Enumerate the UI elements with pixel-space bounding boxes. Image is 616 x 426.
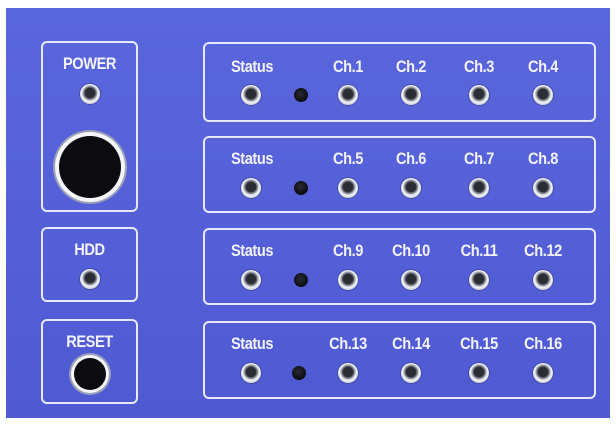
front-panel: POWER HDD RESET Status Ch.1 Ch.2 Ch.3 Ch… <box>6 8 610 418</box>
channel-led <box>469 270 489 290</box>
status-label: Status <box>230 241 274 260</box>
channel-label: Ch.8 <box>528 149 558 168</box>
hdd-group <box>41 227 138 302</box>
channel-label: Ch.10 <box>392 241 430 260</box>
hdd-label: HDD <box>74 240 105 259</box>
status-led <box>241 270 261 290</box>
status-led <box>241 85 261 105</box>
channel-led <box>401 363 421 383</box>
channel-led <box>469 363 489 383</box>
power-led <box>80 84 100 104</box>
channel-led <box>338 270 358 290</box>
power-label: POWER <box>62 54 117 73</box>
sensor-dot <box>292 366 306 380</box>
channel-label: Ch.13 <box>329 334 367 353</box>
channel-label: Ch.11 <box>460 241 498 260</box>
channel-led <box>533 270 553 290</box>
channel-led <box>401 270 421 290</box>
channel-row-1 <box>203 42 596 122</box>
channel-label: Ch.15 <box>460 334 498 353</box>
channel-row-3 <box>203 228 596 305</box>
channel-row-4 <box>203 321 596 399</box>
channel-led <box>401 178 421 198</box>
reset-button[interactable] <box>74 358 106 390</box>
channel-led <box>338 363 358 383</box>
status-label: Status <box>230 57 274 76</box>
channel-led <box>533 85 553 105</box>
channel-label: Ch.1 <box>333 57 363 76</box>
sensor-dot <box>294 88 308 102</box>
channel-label: Ch.3 <box>464 57 494 76</box>
channel-led <box>469 85 489 105</box>
channel-label: Ch.2 <box>396 57 426 76</box>
channel-led <box>338 85 358 105</box>
sensor-dot <box>294 181 308 195</box>
channel-led <box>469 178 489 198</box>
status-label: Status <box>230 334 274 353</box>
channel-label: Ch.6 <box>396 149 426 168</box>
channel-led <box>533 178 553 198</box>
status-led <box>241 363 261 383</box>
status-led <box>241 178 261 198</box>
channel-row-2 <box>203 136 596 213</box>
sensor-dot <box>294 273 308 287</box>
channel-led <box>338 178 358 198</box>
channel-label: Ch.12 <box>524 241 562 260</box>
status-label: Status <box>230 149 274 168</box>
channel-label: Ch.5 <box>333 149 363 168</box>
channel-led <box>533 363 553 383</box>
hdd-led <box>80 269 100 289</box>
channel-label: Ch.16 <box>524 334 562 353</box>
channel-label: Ch.7 <box>464 149 494 168</box>
channel-label: Ch.4 <box>528 57 558 76</box>
channel-label: Ch.9 <box>333 241 363 260</box>
reset-label: RESET <box>66 332 113 351</box>
power-button[interactable] <box>59 136 121 198</box>
channel-led <box>401 85 421 105</box>
channel-label: Ch.14 <box>392 334 430 353</box>
